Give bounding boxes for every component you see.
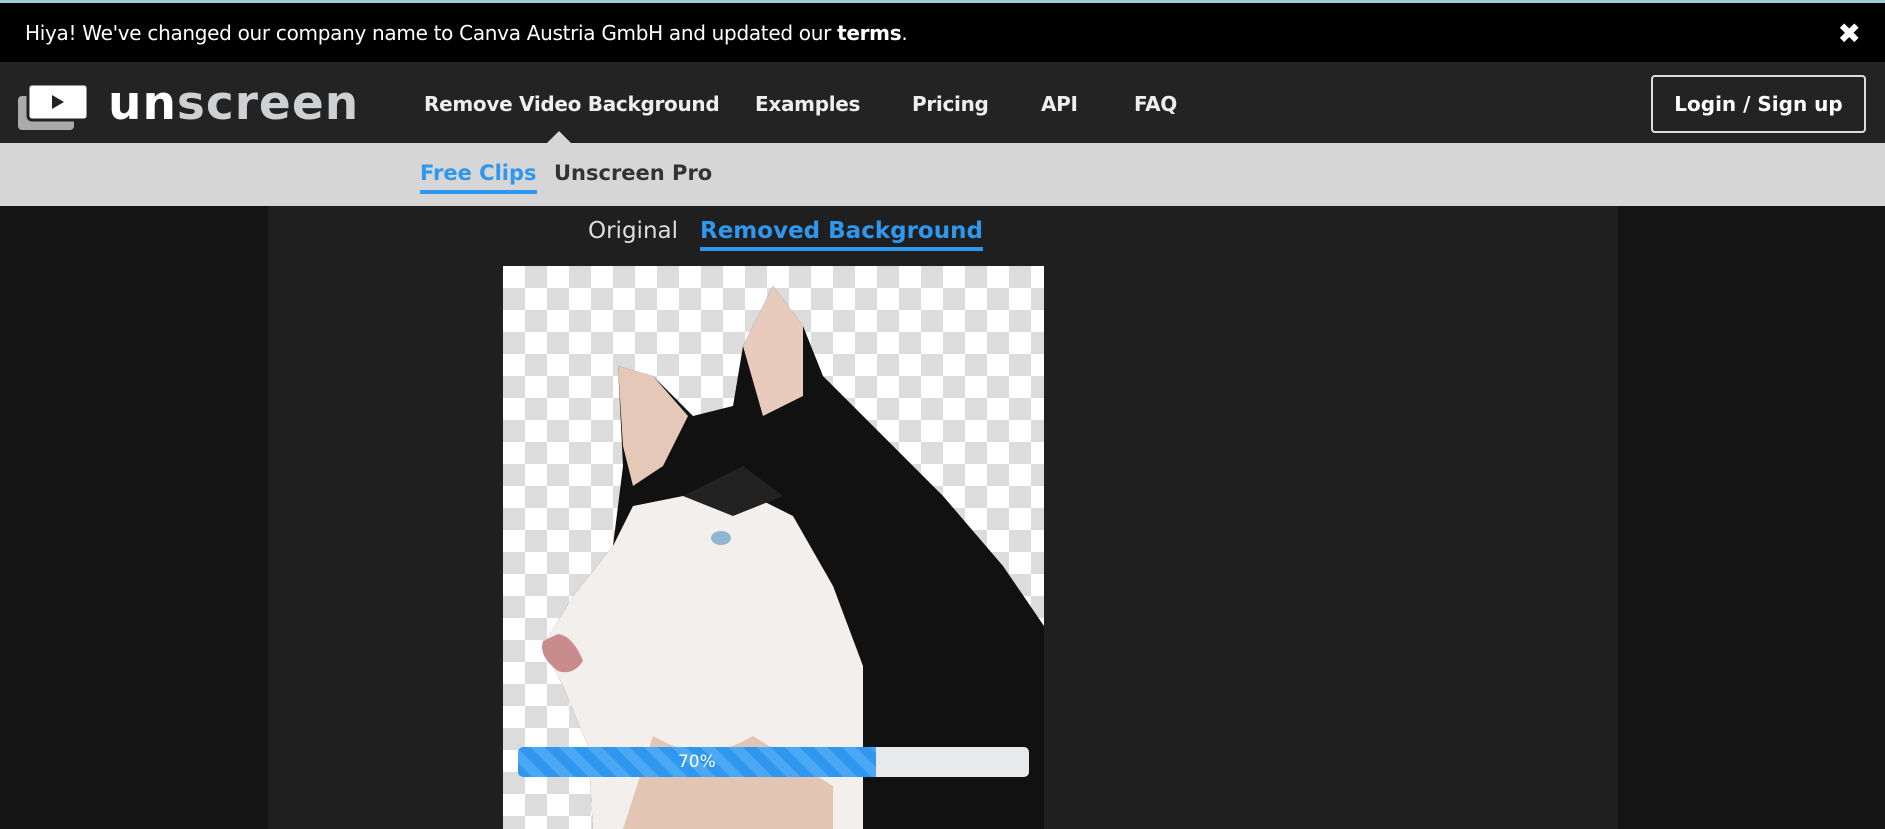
- nav-remove-video-background[interactable]: Remove Video Background: [424, 92, 720, 116]
- banner-text: Hiya! We've changed our company name to …: [25, 21, 908, 45]
- main-nav: unscreen Remove Video Background Example…: [0, 62, 1885, 143]
- tab-free-clips[interactable]: Free Clips: [420, 161, 537, 194]
- husky-image: [542, 286, 1044, 829]
- tab-unscreen-pro[interactable]: Unscreen Pro: [554, 161, 712, 190]
- tab-removed-background[interactable]: Removed Background: [700, 218, 983, 251]
- active-nav-caret: [547, 131, 571, 143]
- content-panel: Original Removed Background 70%: [268, 206, 1618, 829]
- logo-wordmark: unscreen: [108, 76, 360, 131]
- announcement-banner: Hiya! We've changed our company name to …: [0, 0, 1885, 62]
- video-preview: 70%: [503, 266, 1044, 829]
- login-signup-button[interactable]: Login / Sign up: [1651, 75, 1866, 133]
- nav-pricing[interactable]: Pricing: [912, 92, 989, 116]
- sub-nav: Free Clips Unscreen Pro: [0, 143, 1885, 206]
- close-icon[interactable]: ✖: [1838, 17, 1861, 50]
- terms-link[interactable]: terms: [837, 21, 902, 45]
- nav-faq[interactable]: FAQ: [1134, 92, 1177, 116]
- progress-fill: 70%: [518, 747, 876, 777]
- logo[interactable]: unscreen: [18, 76, 358, 131]
- nav-examples[interactable]: Examples: [755, 92, 860, 116]
- play-logo-icon: [18, 84, 90, 130]
- progress-bar: 70%: [518, 747, 1029, 777]
- nav-api[interactable]: API: [1041, 92, 1078, 116]
- tab-original[interactable]: Original: [588, 218, 678, 247]
